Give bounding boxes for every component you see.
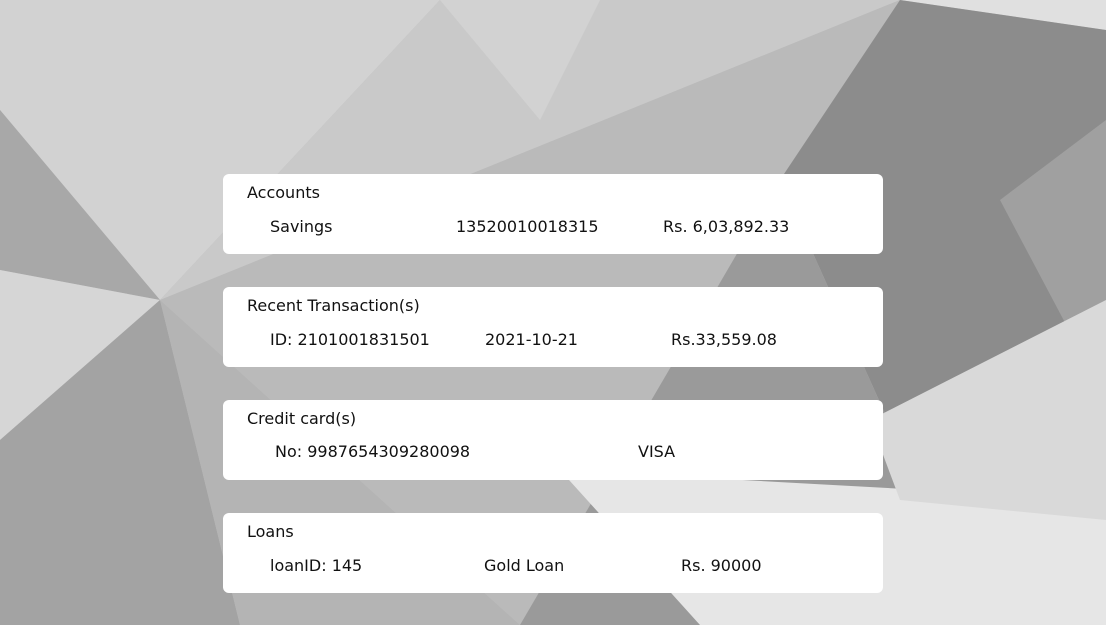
dashboard-page: Accounts Savings 13520010018315 Rs. 6,03… (0, 0, 1106, 625)
loan-id: loanID: 145 (270, 556, 363, 575)
transaction-id: ID: 2101001831501 (270, 330, 430, 349)
transaction-amount: Rs.33,559.08 (671, 330, 777, 349)
loans-title: Loans (247, 522, 294, 541)
accounts-card: Accounts Savings 13520010018315 Rs. 6,03… (223, 174, 883, 254)
credit-card-network: VISA (638, 442, 676, 461)
transaction-date: 2021-10-21 (485, 330, 578, 349)
accounts-title: Accounts (247, 183, 320, 202)
credit-cards-card: Credit card(s) No: 9987654309280098 VISA (223, 400, 883, 480)
transactions-card: Recent Transaction(s) ID: 2101001831501 … (223, 287, 883, 367)
account-balance: Rs. 6,03,892.33 (663, 217, 790, 236)
transactions-title: Recent Transaction(s) (247, 296, 420, 315)
loans-card: Loans loanID: 145 Gold Loan Rs. 90000 (223, 513, 883, 593)
account-type: Savings (270, 217, 333, 236)
loan-amount: Rs. 90000 (681, 556, 762, 575)
credit-card-number: No: 9987654309280098 (275, 442, 471, 461)
account-number: 13520010018315 (456, 217, 599, 236)
credit-cards-title: Credit card(s) (247, 409, 357, 428)
loan-type: Gold Loan (484, 556, 565, 575)
